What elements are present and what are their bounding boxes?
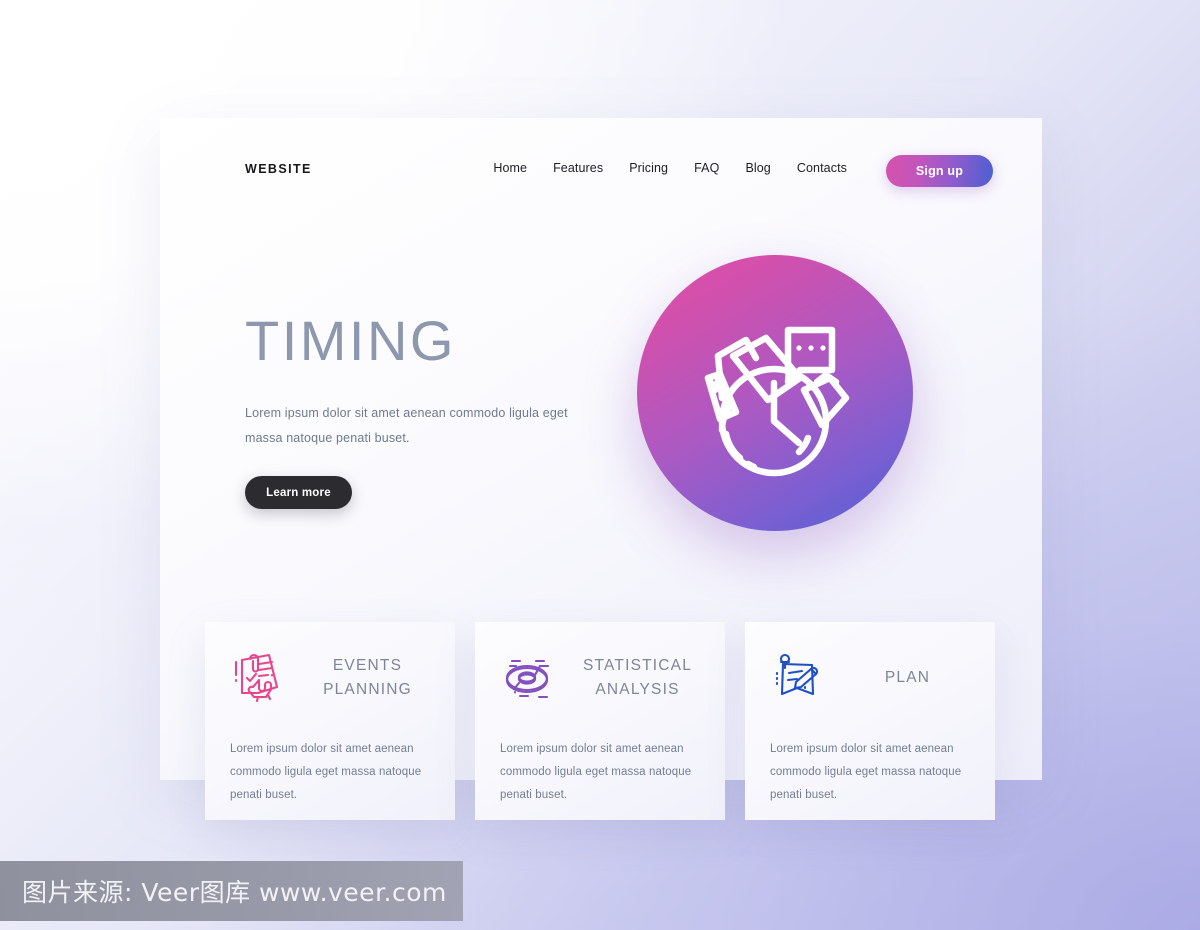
nav-item-features[interactable]: Features <box>553 161 603 175</box>
hero-illustration <box>637 255 913 531</box>
feature-card-header: PLAN <box>745 622 995 734</box>
page-background: WEBSITE Home Features Pricing FAQ Blog C… <box>0 0 1200 930</box>
nav-item-contacts[interactable]: Contacts <box>797 161 847 175</box>
nav-item-blog[interactable]: Blog <box>745 161 770 175</box>
hero-text-block: TIMING Lorem ipsum dolor sit amet aenean… <box>245 309 575 509</box>
feature-card[interactable]: STATISTICAL ANALYSIS Lorem ipsum dolor s… <box>475 622 725 820</box>
main-navigation: Home Features Pricing FAQ Blog Contacts <box>493 161 847 175</box>
donut-chart-icon <box>496 647 558 709</box>
nav-item-pricing[interactable]: Pricing <box>629 161 668 175</box>
page-title: TIMING <box>245 309 456 372</box>
hero-description: Lorem ipsum dolor sit amet aenean commod… <box>245 406 568 445</box>
feature-card[interactable]: EVENTS PLANNING Lorem ipsum dolor sit am… <box>205 622 455 820</box>
feature-card-title: EVENTS PLANNING <box>323 656 412 698</box>
sign-up-button[interactable]: Sign up <box>886 155 993 187</box>
feature-card-description: Lorem ipsum dolor sit amet aenean commod… <box>770 743 962 801</box>
checklist-hand-icon <box>226 647 288 709</box>
brand-logo[interactable]: WEBSITE <box>245 162 312 176</box>
clock-documents-icon <box>704 326 850 477</box>
nav-item-faq[interactable]: FAQ <box>694 161 719 175</box>
feature-card-header: STATISTICAL ANALYSIS <box>475 622 725 734</box>
feature-card[interactable]: PLAN Lorem ipsum dolor sit amet aenean c… <box>745 622 995 820</box>
learn-more-button[interactable]: Learn more <box>245 476 352 509</box>
site-header: WEBSITE Home Features Pricing FAQ Blog C… <box>160 118 1042 223</box>
feature-card-header: EVENTS PLANNING <box>205 622 455 734</box>
feature-card-title: PLAN <box>884 668 931 686</box>
nav-item-home[interactable]: Home <box>493 161 527 175</box>
pinned-note-pen-icon <box>766 647 828 709</box>
watermark-text: 图片来源: Veer图库 www.veer.com <box>22 878 447 907</box>
feature-card-description: Lorem ipsum dolor sit amet aenean commod… <box>500 743 692 801</box>
watermark-bar: 图片来源: Veer图库 www.veer.com <box>0 861 463 921</box>
feature-card-title: STATISTICAL ANALYSIS <box>582 656 693 698</box>
feature-card-description: Lorem ipsum dolor sit amet aenean commod… <box>230 743 422 801</box>
